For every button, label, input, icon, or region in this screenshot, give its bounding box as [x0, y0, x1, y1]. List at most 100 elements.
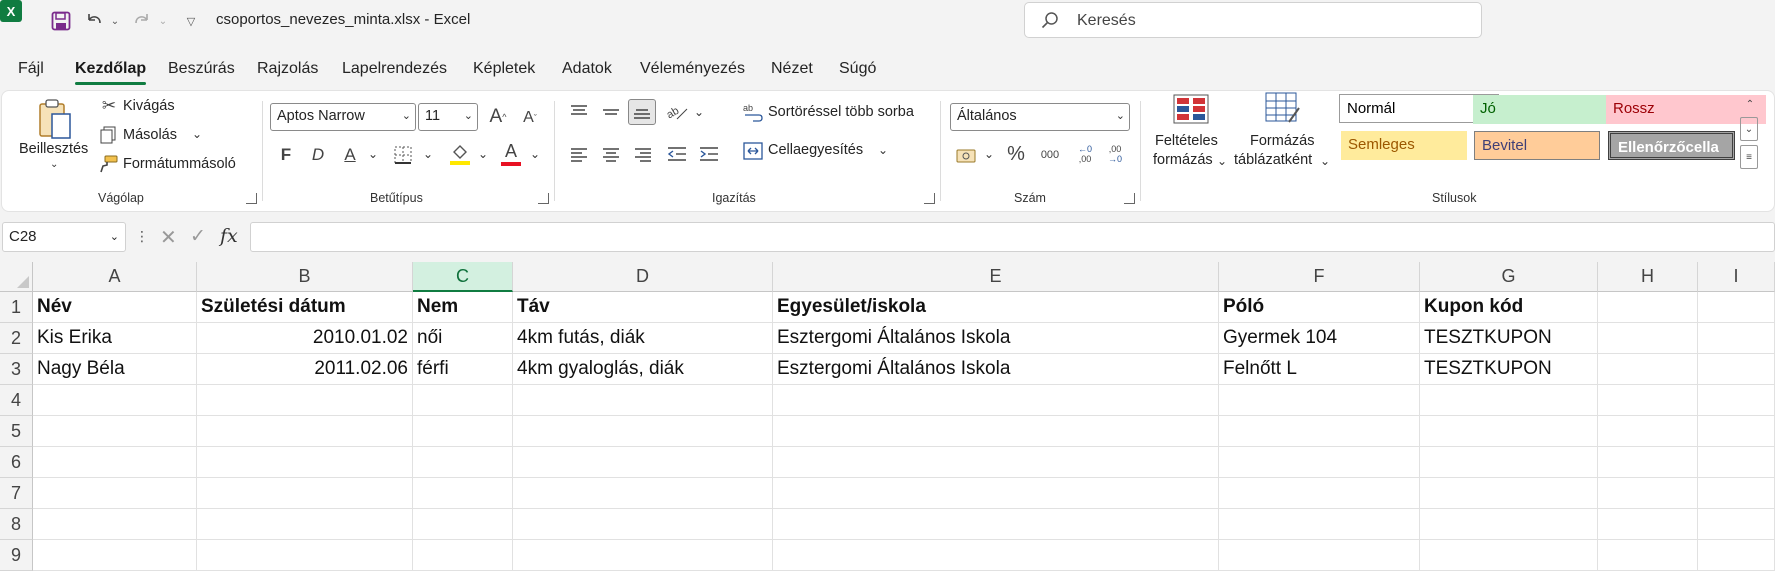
- tab-home[interactable]: Kezdőlap: [75, 60, 147, 85]
- cell-style-input[interactable]: Bevitel: [1474, 131, 1600, 160]
- clipboard-launcher-icon[interactable]: [246, 193, 257, 204]
- name-box[interactable]: C28 ⌄: [2, 222, 126, 252]
- customize-qat-icon[interactable]: ▽: [184, 10, 198, 32]
- row-header[interactable]: 2: [0, 323, 33, 354]
- cell-I2[interactable]: [1698, 323, 1775, 354]
- formula-input[interactable]: [250, 222, 1775, 252]
- align-top-icon[interactable]: [568, 101, 590, 121]
- cell-D2[interactable]: 4km futás, diák: [513, 323, 773, 354]
- cell-I1[interactable]: [1698, 292, 1775, 323]
- cell-G1[interactable]: Kupon kód: [1420, 292, 1598, 323]
- cell-G7[interactable]: [1420, 478, 1598, 509]
- cell-D3[interactable]: 4km gyaloglás, diák: [513, 354, 773, 385]
- row-header[interactable]: 6: [0, 447, 33, 478]
- cell-I5[interactable]: [1698, 416, 1775, 447]
- tab-insert[interactable]: Beszúrás: [168, 60, 235, 78]
- font-color-dropdown-icon[interactable]: ⌄: [530, 147, 540, 161]
- font-size-combo[interactable]: 11 ⌄: [418, 103, 478, 131]
- row-header[interactable]: 4: [0, 385, 33, 416]
- cell-B7[interactable]: [197, 478, 413, 509]
- increase-indent-icon[interactable]: [698, 143, 720, 165]
- tab-data[interactable]: Adatok: [562, 60, 612, 78]
- cell-I8[interactable]: [1698, 509, 1775, 540]
- tab-review[interactable]: Véleményezés: [640, 60, 745, 78]
- paste-button[interactable]: Beillesztés: [19, 141, 88, 157]
- grow-font-icon[interactable]: A ^: [486, 105, 510, 129]
- cell-A1[interactable]: Név: [33, 292, 197, 323]
- enter-icon[interactable]: ✓: [190, 225, 206, 248]
- undo-icon[interactable]: [84, 10, 104, 32]
- number-launcher-icon[interactable]: [1124, 193, 1135, 204]
- font-launcher-icon[interactable]: [538, 193, 549, 204]
- borders-dropdown-icon[interactable]: ⌄: [423, 147, 433, 161]
- formula-bar-options-icon[interactable]: ⋮: [135, 228, 149, 245]
- row-header[interactable]: 7: [0, 478, 33, 509]
- cell-D6[interactable]: [513, 447, 773, 478]
- number-format-combo[interactable]: Általános ⌄: [950, 103, 1130, 131]
- cell-E3[interactable]: Esztergomi Általános Iskola: [773, 354, 1219, 385]
- cell-E7[interactable]: [773, 478, 1219, 509]
- paste-icon[interactable]: [32, 97, 76, 141]
- decrease-indent-icon[interactable]: [666, 143, 688, 165]
- cell-F2[interactable]: Gyermek 104: [1219, 323, 1420, 354]
- cell-A5[interactable]: [33, 416, 197, 447]
- cancel-icon[interactable]: ✕: [160, 225, 177, 250]
- tab-help[interactable]: Súgó: [839, 60, 876, 78]
- align-bottom-icon[interactable]: [628, 99, 656, 125]
- cell-B4[interactable]: [197, 385, 413, 416]
- decrease-decimal-icon[interactable]: ,00 →0: [1102, 141, 1128, 167]
- align-center-icon[interactable]: [600, 143, 622, 165]
- row-header[interactable]: 9: [0, 540, 33, 571]
- cell-F8[interactable]: [1219, 509, 1420, 540]
- cell-D1[interactable]: Táv: [513, 292, 773, 323]
- cell-H2[interactable]: [1598, 323, 1698, 354]
- insert-function-icon[interactable]: fx: [220, 225, 238, 247]
- cell-E4[interactable]: [773, 385, 1219, 416]
- cell-H5[interactable]: [1598, 416, 1698, 447]
- cell-G5[interactable]: [1420, 416, 1598, 447]
- orientation-dropdown-icon[interactable]: ⌄: [694, 105, 704, 119]
- cell-style-check[interactable]: Ellenőrzőcella: [1608, 131, 1735, 160]
- row-header[interactable]: 1: [0, 292, 33, 323]
- cell-F7[interactable]: [1219, 478, 1420, 509]
- cell-F4[interactable]: [1219, 385, 1420, 416]
- column-header[interactable]: D: [513, 262, 773, 292]
- cell-B9[interactable]: [197, 540, 413, 571]
- cell-H3[interactable]: [1598, 354, 1698, 385]
- column-header[interactable]: C: [413, 262, 513, 292]
- styles-scroll-down-icon[interactable]: ⌄: [1740, 117, 1758, 141]
- alignment-launcher-icon[interactable]: [924, 193, 935, 204]
- redo-dropdown-icon[interactable]: ⌄: [158, 10, 168, 32]
- cell-A6[interactable]: [33, 447, 197, 478]
- align-middle-icon[interactable]: [600, 103, 622, 123]
- column-header[interactable]: I: [1698, 262, 1775, 292]
- redo-icon[interactable]: [132, 10, 152, 32]
- currency-dropdown-icon[interactable]: ⌄: [984, 147, 994, 161]
- column-header[interactable]: F: [1219, 262, 1420, 292]
- paste-dropdown-icon[interactable]: ⌄: [50, 159, 58, 170]
- cell-F5[interactable]: [1219, 416, 1420, 447]
- tab-file[interactable]: Fájl: [18, 60, 44, 78]
- cell-style-neutral[interactable]: Semleges: [1341, 131, 1467, 160]
- cell-A4[interactable]: [33, 385, 197, 416]
- cell-H9[interactable]: [1598, 540, 1698, 571]
- cell-G2[interactable]: TESZTKUPON: [1420, 323, 1598, 354]
- cell-H8[interactable]: [1598, 509, 1698, 540]
- column-header[interactable]: G: [1420, 262, 1598, 292]
- cell-I7[interactable]: [1698, 478, 1775, 509]
- conditional-formatting-icon[interactable]: [1172, 93, 1210, 125]
- cell-E2[interactable]: Esztergomi Általános Iskola: [773, 323, 1219, 354]
- merge-dropdown-icon[interactable]: ⌄: [878, 143, 888, 157]
- currency-icon[interactable]: [954, 143, 980, 167]
- cell-A8[interactable]: [33, 509, 197, 540]
- cell-D8[interactable]: [513, 509, 773, 540]
- cell-H7[interactable]: [1598, 478, 1698, 509]
- cell-I4[interactable]: [1698, 385, 1775, 416]
- cell-B1[interactable]: Születési dátum: [197, 292, 413, 323]
- cell-C9[interactable]: [413, 540, 513, 571]
- format-as-table-dropdown-icon[interactable]: ⌄: [1320, 154, 1330, 168]
- cell-D4[interactable]: [513, 385, 773, 416]
- undo-dropdown-icon[interactable]: ⌄: [110, 10, 120, 32]
- bold-button[interactable]: F: [276, 143, 296, 167]
- cell-B8[interactable]: [197, 509, 413, 540]
